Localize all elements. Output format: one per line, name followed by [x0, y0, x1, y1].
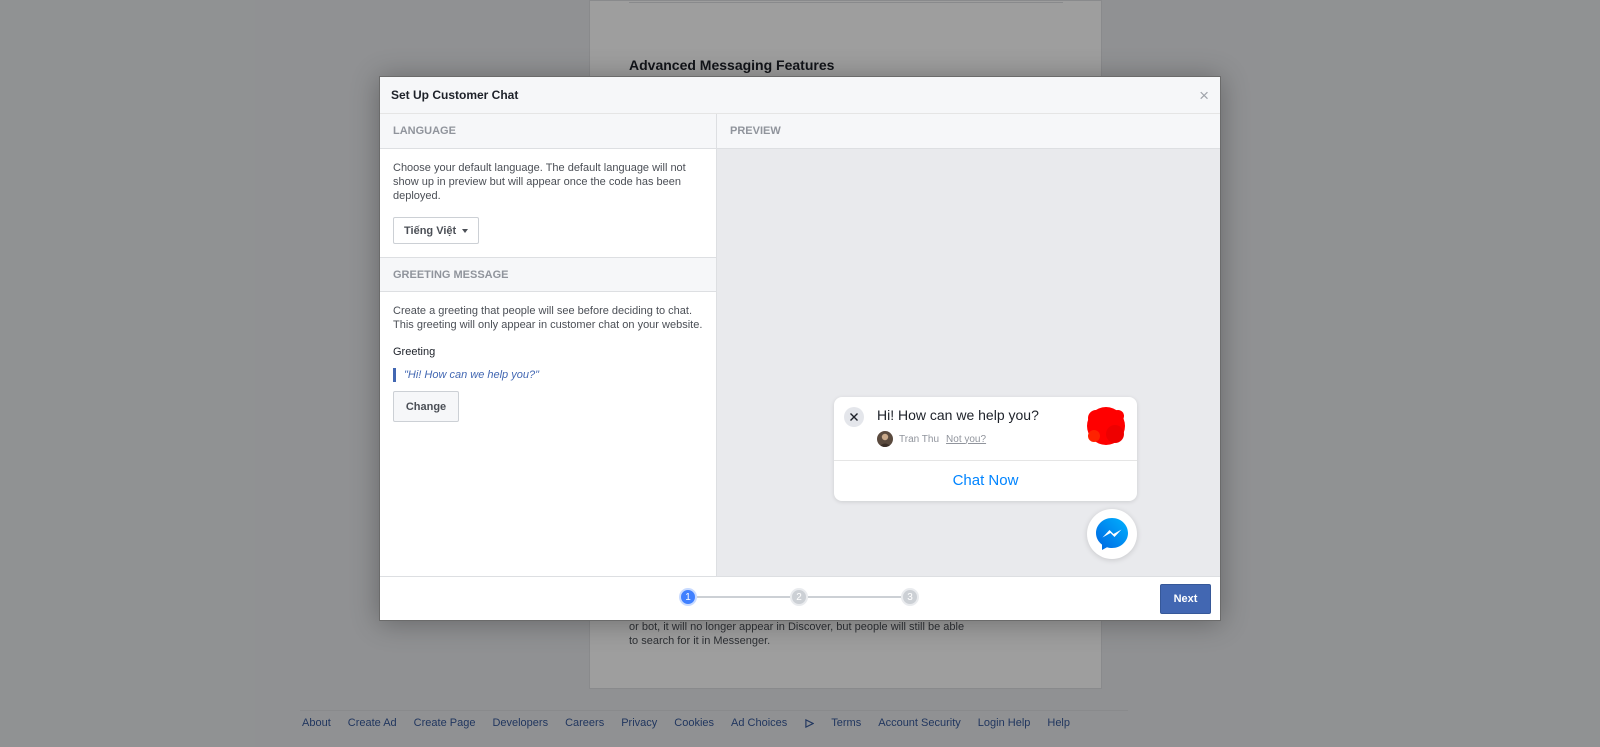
close-icon[interactable]: × [1199, 87, 1209, 104]
chat-greeting-card: Hi! How can we help you? Tran Thu Not yo… [834, 397, 1137, 501]
greeting-section: Create a greeting that people will see b… [380, 292, 716, 435]
step-2: 2 [790, 588, 808, 606]
chat-user-name: Tran Thu [899, 433, 940, 445]
chat-user-row: Tran Thu Not you? [877, 431, 986, 447]
greeting-description: Create a greeting that people will see b… [393, 305, 703, 331]
step-3: 3 [901, 588, 919, 606]
preview-section-header: PREVIEW [717, 114, 1220, 149]
not-you-link[interactable]: Not you? [946, 434, 986, 445]
language-dropdown[interactable]: Tiếng Việt [393, 217, 480, 244]
language-description: Choose your default language. The defaul… [393, 162, 686, 202]
dialog-header: Set Up Customer Chat × [380, 77, 1220, 114]
dialog-body: LANGUAGE Choose your default language. T… [380, 114, 1220, 578]
step-connector [697, 596, 790, 598]
caret-down-icon [462, 228, 469, 233]
avatar [877, 431, 893, 447]
language-section-header: LANGUAGE [380, 114, 716, 149]
greeting-quote: "Hi! How can we help you?" [393, 368, 703, 382]
greeting-label: Greeting [393, 346, 436, 358]
step-connector [808, 596, 901, 598]
change-greeting-button[interactable]: Change [393, 391, 459, 422]
preview-area: Hi! How can we help you? Tran Thu Not yo… [717, 149, 1220, 578]
redacted-page-avatar-icon [1087, 407, 1125, 445]
step-indicator: 1 2 3 [679, 588, 919, 606]
language-selected: Tiếng Việt [404, 224, 457, 237]
greeting-section-header: GREETING MESSAGE [380, 257, 716, 292]
dialog-title: Set Up Customer Chat [391, 88, 519, 102]
preview-panel: PREVIEW Hi! How can we help you? Tran Th… [717, 114, 1220, 578]
dialog-footer: 1 2 3 Next [380, 576, 1220, 620]
chat-now-button[interactable]: Chat Now [834, 460, 1137, 501]
messenger-launcher-button[interactable] [1087, 509, 1137, 559]
language-section: Choose your default language. The defaul… [380, 149, 716, 257]
step-1: 1 [679, 588, 697, 606]
next-button[interactable]: Next [1160, 584, 1211, 614]
settings-panel: LANGUAGE Choose your default language. T… [380, 114, 717, 578]
close-greeting-icon[interactable] [844, 407, 864, 427]
messenger-icon [1096, 518, 1128, 550]
chat-greeting-message: Hi! How can we help you? [877, 407, 1039, 423]
customer-chat-dialog: Set Up Customer Chat × LANGUAGE Choose y… [379, 76, 1221, 621]
